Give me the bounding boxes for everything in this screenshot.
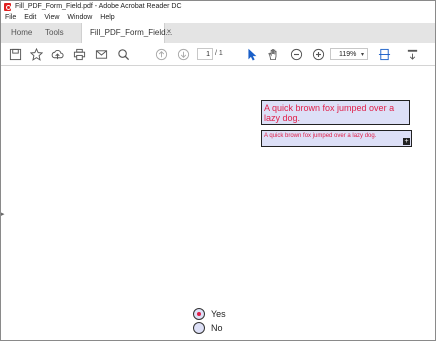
hand-tool-icon[interactable] bbox=[265, 46, 281, 62]
tab-tools[interactable]: Tools bbox=[37, 23, 72, 43]
next-page-icon[interactable] bbox=[175, 46, 191, 62]
radio-option-no[interactable]: No bbox=[193, 321, 253, 335]
email-icon[interactable] bbox=[93, 46, 109, 62]
save-icon[interactable] bbox=[7, 46, 23, 62]
overflow-plus-icon: + bbox=[403, 138, 410, 145]
menu-view[interactable]: View bbox=[44, 13, 59, 23]
text-field-small[interactable]: A quick brown fox jumped over a lazy dog… bbox=[261, 130, 412, 147]
previous-page-icon[interactable] bbox=[153, 46, 169, 62]
menu-bar: File Edit View Window Help bbox=[1, 13, 435, 23]
tab-document[interactable]: Fill_PDF_Form_Field... bbox=[81, 23, 172, 43]
radio-label-yes: Yes bbox=[211, 309, 226, 319]
read-mode-icon[interactable] bbox=[404, 46, 420, 62]
page-total: / 1 bbox=[215, 50, 223, 57]
zoom-in-icon[interactable] bbox=[310, 46, 326, 62]
text-field-small-value: A quick brown fox jumped over a lazy dog… bbox=[264, 133, 377, 139]
tab-bar: Home Tools Fill_PDF_Form_Field... × bbox=[1, 23, 435, 44]
toolbar: 1 / 1 119% ▾ bbox=[1, 43, 435, 66]
window-title: Fill_PDF_Form_Field.pdf - Adobe Acrobat … bbox=[15, 3, 182, 10]
document-canvas[interactable]: ▸ A quick brown fox jumped over a lazy d… bbox=[1, 66, 435, 340]
radio-option-yes[interactable]: Yes bbox=[193, 307, 253, 321]
menu-help[interactable]: Help bbox=[100, 13, 114, 23]
acrobat-window: Fill_PDF_Form_Field.pdf - Adobe Acrobat … bbox=[0, 0, 436, 341]
radio-label-no: No bbox=[211, 323, 223, 333]
acrobat-app-icon bbox=[4, 3, 11, 11]
radio-button-no[interactable] bbox=[193, 322, 205, 334]
tab-document-label: Fill_PDF_Form_Field... bbox=[90, 28, 173, 37]
zoom-level-value: 119% bbox=[339, 51, 357, 58]
select-cursor-icon[interactable] bbox=[243, 46, 259, 62]
radio-selected-dot bbox=[197, 312, 201, 316]
upload-cloud-icon[interactable] bbox=[49, 46, 65, 62]
tab-close-icon[interactable]: × bbox=[165, 28, 173, 36]
menu-window[interactable]: Window bbox=[67, 13, 92, 23]
fit-page-icon[interactable] bbox=[376, 46, 392, 62]
print-icon[interactable] bbox=[71, 46, 87, 62]
expand-left-pane-icon[interactable]: ▸ bbox=[1, 211, 9, 219]
zoom-level-select[interactable]: 119% ▾ bbox=[330, 48, 368, 60]
tab-home[interactable]: Home bbox=[3, 23, 40, 43]
search-icon[interactable] bbox=[115, 46, 131, 62]
radio-group: Yes No bbox=[193, 307, 253, 335]
title-bar: Fill_PDF_Form_Field.pdf - Adobe Acrobat … bbox=[1, 1, 435, 13]
bookmark-star-icon[interactable] bbox=[28, 46, 44, 62]
chevron-down-icon: ▾ bbox=[360, 52, 364, 58]
text-field-large[interactable]: A quick brown fox jumped over a lazy dog… bbox=[261, 100, 410, 125]
menu-edit[interactable]: Edit bbox=[24, 13, 36, 23]
menu-file[interactable]: File bbox=[5, 13, 16, 23]
radio-button-yes[interactable] bbox=[193, 308, 205, 320]
zoom-out-icon[interactable] bbox=[288, 46, 304, 62]
page-number-input[interactable]: 1 bbox=[197, 48, 213, 60]
